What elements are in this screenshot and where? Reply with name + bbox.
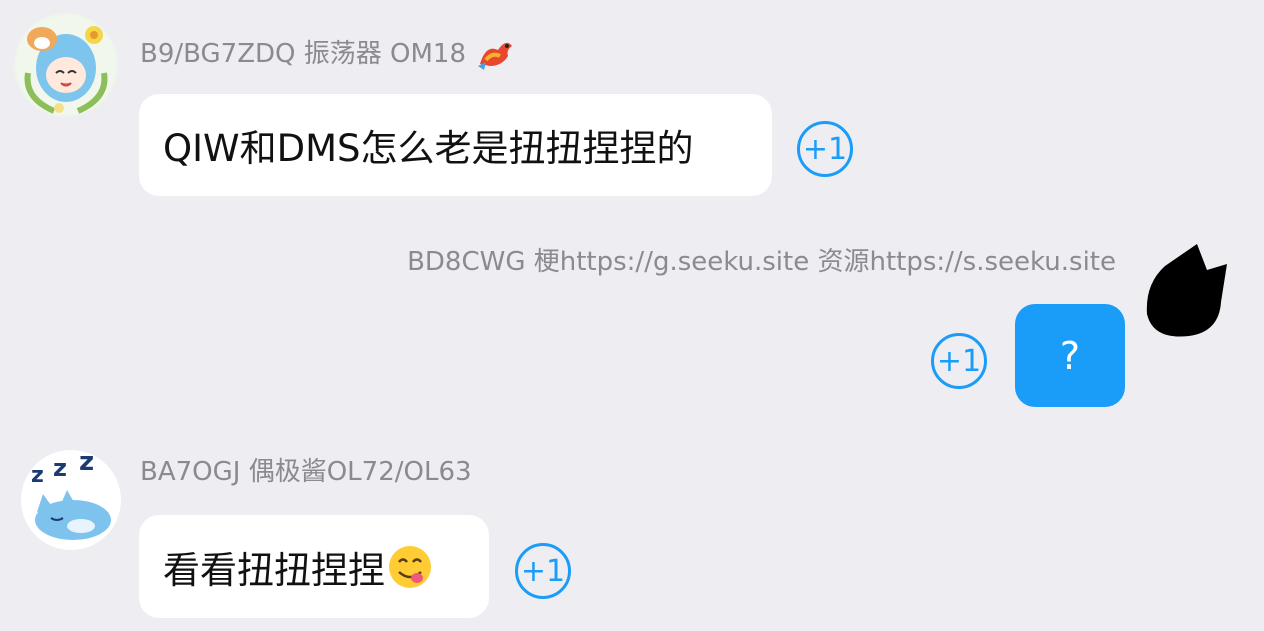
plus-one-button[interactable]: +1 bbox=[797, 121, 853, 177]
dragon-emoji-icon bbox=[478, 42, 513, 70]
message-text: 看看扭扭捏捏 bbox=[163, 548, 385, 592]
message-bubble-self[interactable]: ? bbox=[1015, 304, 1125, 407]
message-text: QIW和DMS怎么老是扭扭捏捏的 bbox=[163, 127, 694, 170]
plus-one-label: +1 bbox=[802, 131, 848, 167]
black-cat-silhouette-icon bbox=[1146, 244, 1227, 337]
plus-one-button[interactable]: +1 bbox=[515, 543, 571, 599]
sender-name: BD8CWG 梗https://g.seeku.site 资源https://s… bbox=[407, 246, 1116, 278]
message-text: ? bbox=[1059, 333, 1081, 378]
sender-name: B9/BG7ZDQ 振荡器 OM18 bbox=[140, 36, 516, 72]
message-bubble[interactable]: 看看扭扭捏捏 bbox=[139, 515, 489, 618]
avatar-bd8cwg[interactable] bbox=[1145, 244, 1233, 340]
plus-one-button[interactable]: +1 bbox=[931, 333, 987, 389]
sender-label: BD8CWG 梗https://g.seeku.site 资源https://s… bbox=[407, 247, 1116, 277]
svg-text:z: z bbox=[31, 463, 44, 488]
message-bubble[interactable]: QIW和DMS怎么老是扭扭捏捏的 bbox=[139, 94, 772, 196]
plus-one-label: +1 bbox=[520, 553, 566, 589]
anime-girl-avatar-icon bbox=[16, 15, 116, 115]
sender-label: B9/BG7ZDQ 振荡器 OM18 bbox=[140, 39, 467, 69]
sender-name: BA7OGJ 偶极酱OL72/OL63 bbox=[140, 456, 472, 488]
plus-one-label: +1 bbox=[936, 343, 982, 379]
sender-label: BA7OGJ 偶极酱OL72/OL63 bbox=[140, 457, 472, 487]
avatar-bg7zdq[interactable] bbox=[14, 13, 118, 117]
svg-text:z: z bbox=[53, 454, 67, 482]
sleeping-cat-avatar-icon: z z z bbox=[21, 450, 121, 550]
svg-text:z: z bbox=[79, 450, 94, 477]
yum-face-emoji-icon bbox=[389, 545, 431, 588]
avatar-ba7ogj[interactable]: z z z bbox=[21, 450, 121, 550]
